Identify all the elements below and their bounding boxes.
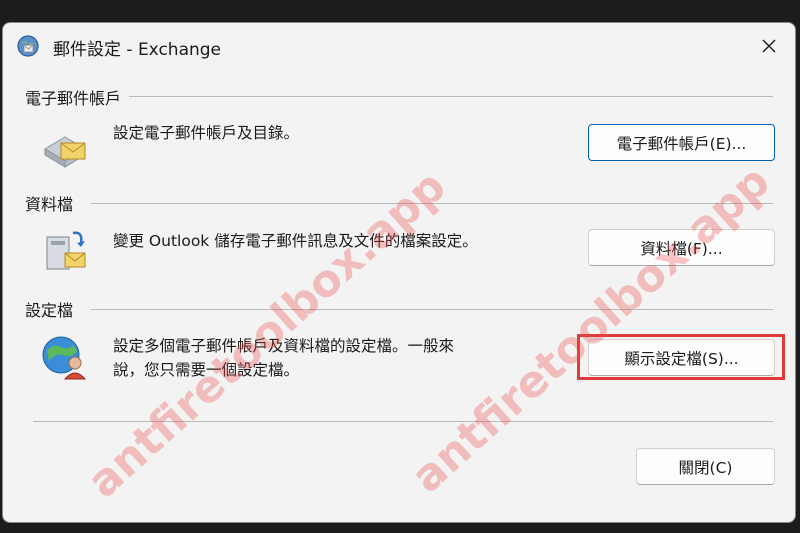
footer-divider: [33, 421, 773, 422]
profiles-icon: [42, 336, 87, 380]
data-files-button[interactable]: 資料檔(F)...: [588, 229, 775, 266]
mail-setup-icon: [17, 35, 39, 57]
close-button[interactable]: 關閉(C): [636, 448, 775, 485]
window-title: 郵件設定 - Exchange: [53, 40, 222, 60]
email-accounts-button[interactable]: 電子郵件帳戶(E)...: [588, 124, 775, 161]
title-bar: 郵件設定 - Exchange: [3, 23, 795, 69]
section-divider: [91, 309, 773, 310]
close-icon: [762, 39, 776, 53]
section-divider: [91, 203, 773, 204]
profiles-description-line2: 說，您只需要一個設定檔。: [113, 361, 300, 379]
highlight-box: [577, 334, 785, 380]
email-accounts-icon: [44, 136, 86, 168]
profiles-description-line1: 設定多個電子郵件帳戶及資料檔的設定檔。一般來: [113, 337, 455, 355]
section-divider: [129, 96, 773, 97]
mail-setup-dialog: 郵件設定 - Exchange 電子郵件帳戶 設定電子郵件帳戶及目錄。 電子郵件…: [2, 22, 796, 523]
section-heading-profiles: 設定檔: [25, 301, 74, 320]
data-files-icon: [46, 231, 86, 270]
data-files-description: 變更 Outlook 儲存電子郵件訊息及文件的檔案設定。: [113, 232, 478, 250]
section-heading-data-files: 資料檔: [25, 195, 74, 214]
section-heading-email-accounts: 電子郵件帳戶: [25, 89, 122, 108]
email-accounts-description: 設定電子郵件帳戶及目錄。: [113, 124, 300, 142]
close-window-button[interactable]: [751, 29, 787, 63]
